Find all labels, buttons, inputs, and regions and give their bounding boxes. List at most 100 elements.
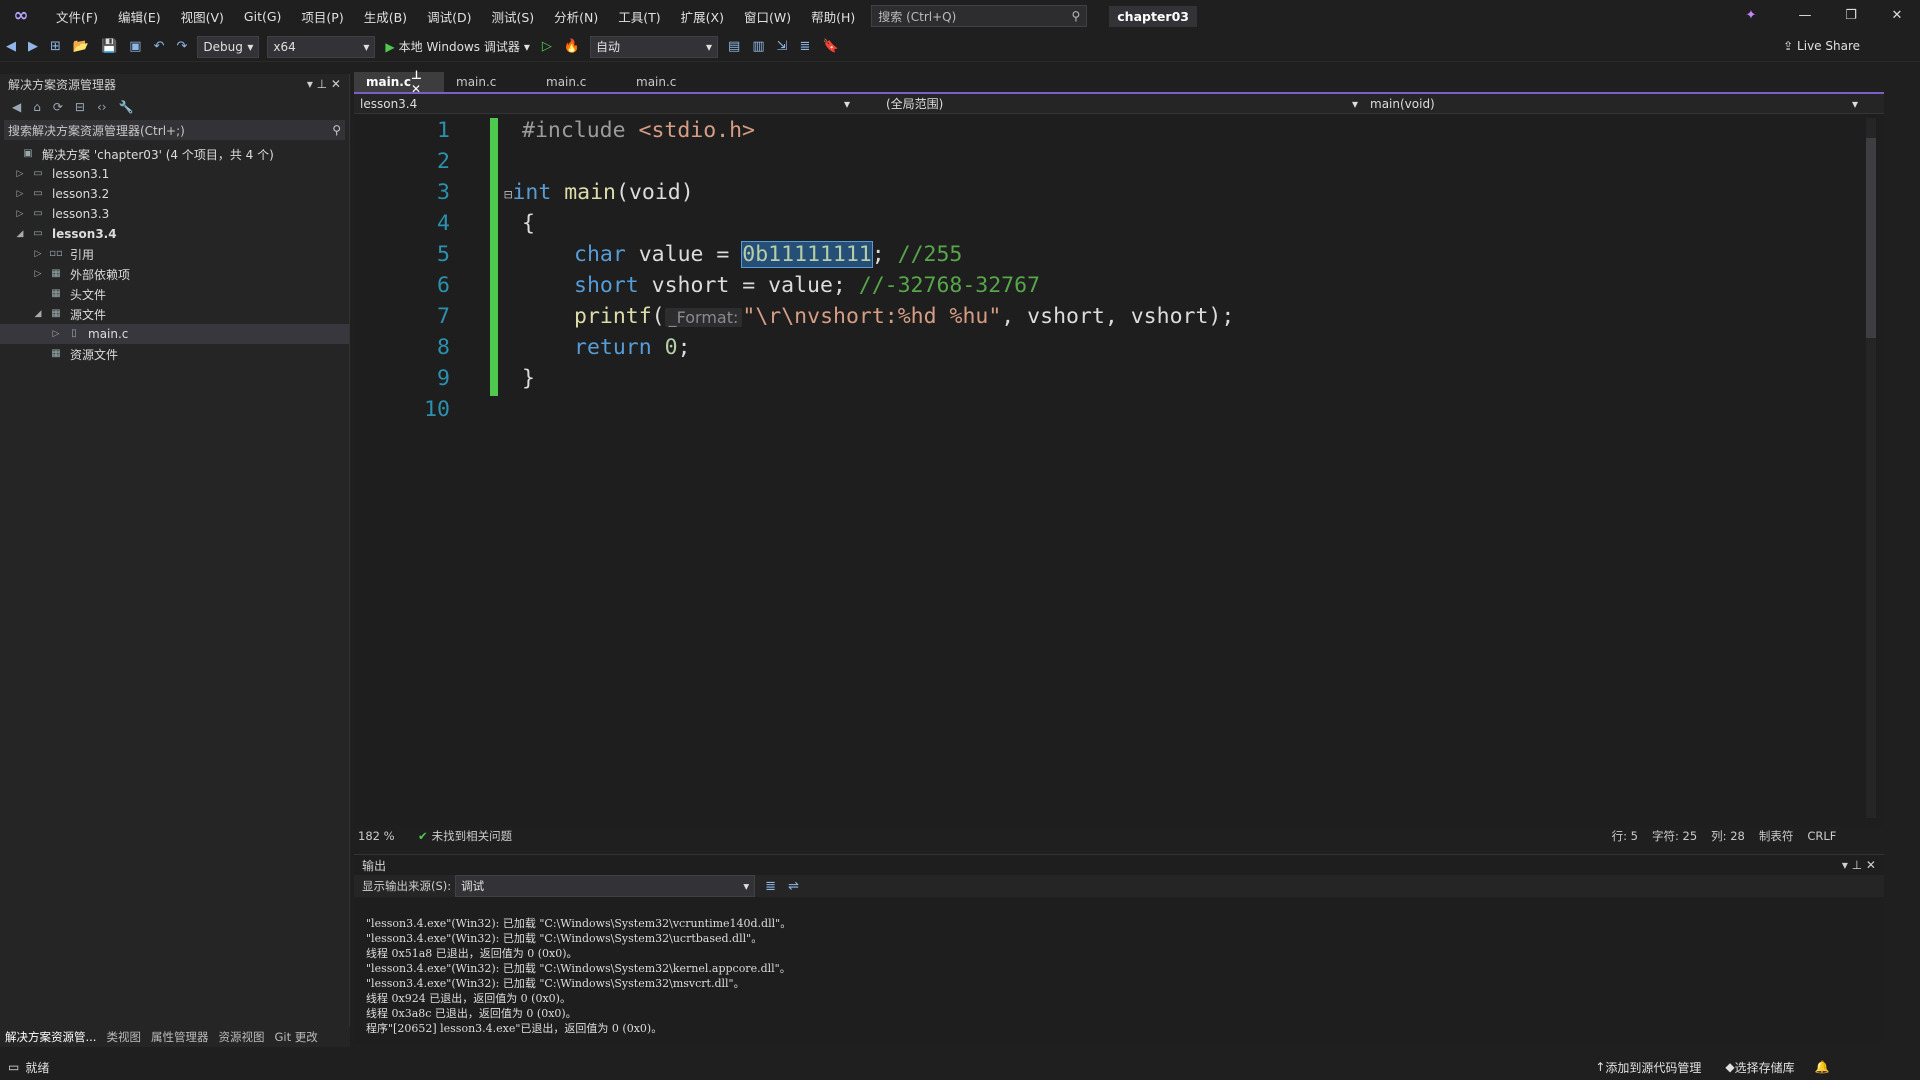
search-box[interactable]: 搜索 (Ctrl+Q) ⚲ [871, 5, 1088, 27]
output-line: 线程 0x51a8 已退出，返回值为 0 (0x0)。 [366, 947, 578, 960]
expand-icon[interactable]: ▷ [50, 329, 62, 339]
code-icon[interactable]: ‹› [97, 100, 107, 114]
expand-icon[interactable]: ▷ [32, 249, 44, 259]
menu-analyze[interactable]: 分析(N) [544, 7, 608, 26]
output-text[interactable]: "lesson3.4.exe"(Win32): 已加载 "C:\Windows\… [354, 897, 1884, 1066]
forward-icon[interactable]: ▶ [28, 39, 38, 54]
wrench-icon[interactable]: 🔧 [119, 100, 134, 114]
config-dropdown[interactable]: Debug ▾ [197, 35, 260, 58]
expand-icon[interactable]: ▷ [14, 209, 26, 219]
tab-resource-view[interactable]: 资源视图 [213, 1029, 269, 1045]
output-source-dropdown[interactable]: 调试 ▾ [455, 875, 756, 897]
nav-scope-dropdown[interactable]: (全局范围) ▾ [856, 95, 1364, 113]
toolbar-tool-icon[interactable]: ⇲ [777, 39, 788, 54]
collapse-arrow-icon[interactable]: ◢ [32, 309, 44, 319]
menu-view[interactable]: 视图(V) [171, 7, 234, 26]
close-icon[interactable]: ⊥ ✕ [411, 68, 432, 96]
tab-class-view[interactable]: 类视图 [101, 1029, 146, 1045]
tree-item-lesson3-1[interactable]: ▷ ▭ lesson3.1 [0, 164, 349, 184]
zoom-level[interactable]: 182 % [358, 829, 418, 843]
nav-function-dropdown[interactable]: main(void) ▾ [1364, 95, 1864, 113]
issues-indicator[interactable]: 未找到相关问题 [432, 828, 1612, 844]
tree-item-lesson3-2[interactable]: ▷ ▭ lesson3.2 [0, 184, 349, 204]
tree-item-header-files[interactable]: ▦ 头文件 [0, 284, 349, 304]
expand-icon[interactable]: ▷ [14, 169, 26, 179]
back-icon[interactable]: ◀ [6, 39, 16, 54]
select-repository-button[interactable]: 选择存储库 [1735, 1059, 1795, 1076]
tree-item-main-c[interactable]: ▷ ▯ main.c [0, 324, 349, 344]
clear-all-icon[interactable]: ≣ [765, 879, 776, 894]
home-icon[interactable]: ⌂ [33, 100, 41, 114]
tab-main-c[interactable]: main.c [534, 72, 624, 92]
platform-dropdown[interactable]: x64 ▾ [267, 35, 376, 58]
menu-file[interactable]: 文件(F) [46, 7, 108, 26]
line-number: 10 [424, 397, 450, 422]
menu-tools[interactable]: 工具(T) [608, 7, 670, 26]
menu-project[interactable]: 项目(P) [291, 7, 353, 26]
toolbar-tool-icon[interactable]: ▥ [752, 39, 764, 54]
expand-icon[interactable]: ▷ [14, 189, 26, 199]
tree-item-lesson3-3[interactable]: ▷ ▭ lesson3.3 [0, 204, 349, 224]
tree-item-source-files[interactable]: ◢ ▦ 源文件 [0, 304, 349, 324]
tab-main-c-active[interactable]: main.c ⊥ ✕ [354, 68, 444, 96]
tree-item-lesson3-4[interactable]: ◢ ▭ lesson3.4 [0, 224, 349, 244]
menu-build[interactable]: 生成(B) [354, 7, 417, 26]
expand-icon[interactable]: ▷ [32, 269, 44, 279]
share-icon: ⇪ [1783, 39, 1798, 53]
nav-project-dropdown[interactable]: lesson3.4 ▾ [354, 95, 856, 113]
redo-icon[interactable]: ↷ [176, 39, 187, 54]
pin-icon[interactable]: ▾ ⊥ ✕ [307, 77, 341, 91]
menu-help[interactable]: 帮助(H) [801, 7, 865, 26]
menu-git[interactable]: Git(G) [234, 9, 292, 24]
menu-test[interactable]: 测试(S) [481, 7, 544, 26]
tab-solution-explorer[interactable]: 解决方案资源管... [0, 1029, 101, 1045]
tab-main-c[interactable]: main.c [624, 72, 714, 92]
new-project-icon[interactable]: ⊞ [50, 39, 61, 54]
line-ending[interactable]: CRLF [1807, 829, 1836, 843]
menu-window[interactable]: 窗口(W) [734, 7, 801, 26]
close-button[interactable]: ✕ [1874, 0, 1920, 32]
parameter-hint: _Format: [664, 308, 743, 327]
run-debugger-button[interactable]: ▶ 本地 Windows 调试器 ▾ [385, 38, 529, 55]
open-icon[interactable]: 📂 [73, 39, 89, 54]
menu-edit[interactable]: 编辑(E) [108, 7, 171, 26]
collapse-arrow-icon[interactable]: ◢ [14, 229, 26, 239]
vertical-scrollbar[interactable] [1866, 118, 1876, 818]
indent-mode[interactable]: 制表符 [1759, 828, 1794, 844]
tab-git-changes[interactable]: Git 更改 [269, 1029, 322, 1045]
status-icon: ▭ [8, 1060, 20, 1074]
sync-icon[interactable]: ⟳ [53, 100, 63, 114]
play-icon: ▶ [385, 39, 395, 54]
bookmark-icon[interactable]: 🔖 [822, 39, 838, 54]
toolbar-tool-icon[interactable]: ≣ [800, 39, 811, 54]
solution-search-input[interactable]: 搜索解决方案资源管理器(Ctrl+;) ⚲ [4, 120, 345, 140]
pin-icon[interactable]: ▾ ⊥ ✕ [1842, 858, 1876, 872]
tree-item-external-deps[interactable]: ▷ ▦ 外部依赖项 [0, 264, 349, 284]
tree-item-resource-files[interactable]: ▦ 资源文件 [0, 344, 349, 364]
back-icon[interactable]: ◀ [12, 100, 21, 114]
tree-item-references[interactable]: ▷ ▫▫ 引用 [0, 244, 349, 264]
menu-debug[interactable]: 调试(D) [417, 7, 481, 26]
tab-main-c[interactable]: main.c [444, 72, 534, 92]
save-all-icon[interactable]: ▣ [129, 39, 141, 54]
live-share-button[interactable]: ⇪ Live Share [1783, 39, 1860, 53]
hot-reload-icon[interactable]: 🔥 [564, 39, 580, 54]
collapse-icon[interactable]: ⊟ [75, 100, 85, 114]
code-area[interactable]: 1 2 3 4 5 6 7 8 9 10 #include <stdio.h> … [354, 118, 1874, 818]
undo-icon[interactable]: ↶ [154, 39, 165, 54]
add-source-control-button[interactable]: 添加到源代码管理 [1605, 1059, 1701, 1076]
minimize-button[interactable]: — [1782, 0, 1828, 32]
save-icon[interactable]: 💾 [101, 39, 117, 54]
auto-dropdown[interactable]: 自动 ▾ [590, 35, 719, 58]
tab-property-manager[interactable]: 属性管理器 [146, 1029, 214, 1045]
notifications-icon[interactable]: 🔔 [1815, 1060, 1830, 1074]
restore-button[interactable]: ❐ [1828, 0, 1874, 32]
start-without-debug-icon[interactable]: ▷ [542, 39, 552, 54]
word-wrap-icon[interactable]: ⇌ [788, 879, 799, 894]
toolbar-tool-icon[interactable]: ▤ [728, 39, 740, 54]
tree-item-solution[interactable]: ▣ 解决方案 'chapter03' (4 个项目，共 4 个) [0, 144, 349, 164]
copilot-icon[interactable]: ✦ [1728, 0, 1774, 32]
menu-extensions[interactable]: 扩展(X) [671, 7, 734, 26]
right-tool-rail[interactable] [1896, 74, 1920, 1044]
scrollbar-thumb[interactable] [1866, 138, 1876, 338]
